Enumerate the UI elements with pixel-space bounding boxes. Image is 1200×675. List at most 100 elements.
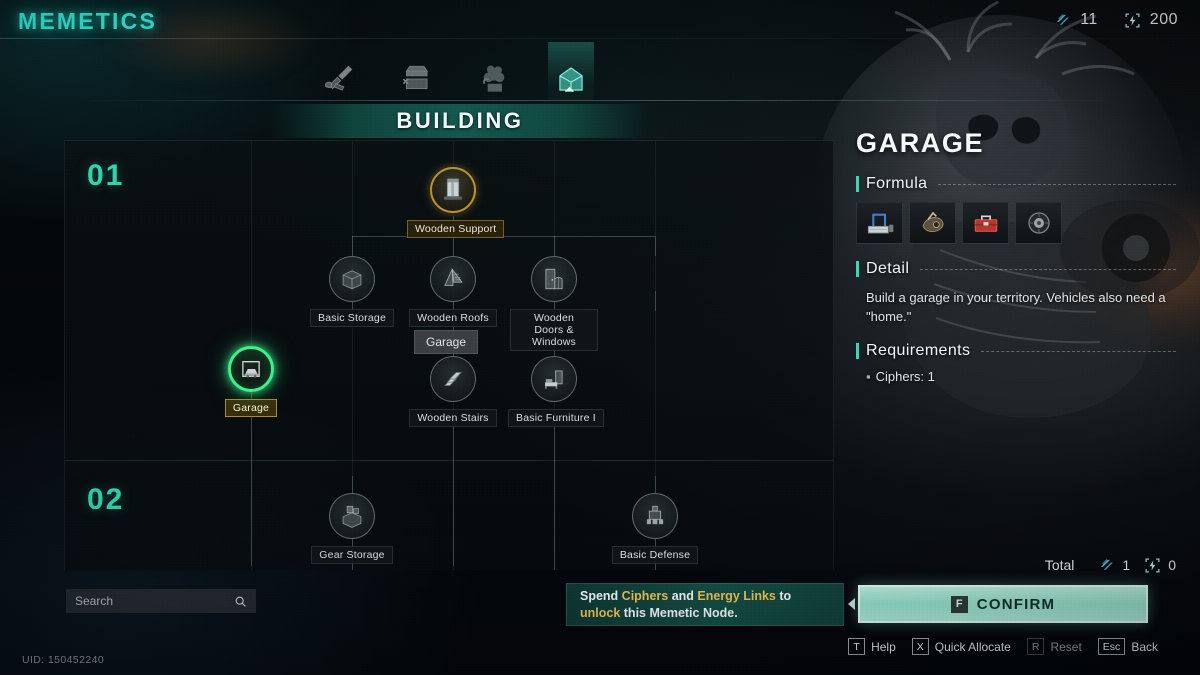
tier-row-02: 02 (65, 461, 833, 570)
node-ring (430, 167, 476, 213)
tree-connector (352, 236, 353, 256)
cipher-icon (1057, 13, 1070, 25)
node-hover-tooltip: Garage (414, 330, 479, 354)
garage-icon (242, 361, 260, 378)
top-bar: MEMETICS 11 200 (0, 0, 1200, 40)
farming-category-icon (482, 65, 505, 92)
toolbox-icon (974, 215, 997, 232)
key-hint-help[interactable]: T Help (848, 638, 896, 655)
formula-slot[interactable] (962, 202, 1009, 244)
energy-link-icon (1125, 12, 1140, 28)
category-divider (90, 100, 1110, 101)
search-placeholder: Search (75, 594, 114, 608)
tree-connector (453, 236, 454, 256)
node-ring (430, 356, 476, 402)
bullet-icon: ▪ (866, 369, 871, 384)
detail-heading-text: Detail (866, 260, 910, 277)
section-accent-bar (856, 261, 859, 277)
category-tab-weapons[interactable] (300, 46, 378, 102)
wooden-stairs-icon (444, 372, 462, 386)
section-title: BUILDING (396, 108, 524, 133)
search-input[interactable]: Search (66, 589, 256, 613)
currency-ciphers: 11 (1054, 11, 1098, 29)
section-header: BUILDING (270, 104, 650, 138)
total-cost-row: Total 1 0 (856, 552, 1176, 578)
category-tab-bar (300, 46, 610, 102)
formula-section: Formula (856, 175, 1176, 244)
top-bar-divider (0, 38, 1200, 39)
requirements-heading-text: Requirements (866, 342, 971, 359)
section-accent-bar (856, 343, 859, 359)
key-hint-label: Help (871, 639, 896, 654)
key-hint-label: Back (1131, 639, 1158, 654)
requirements-section: Requirements ▪ Ciphers: 1 (856, 342, 1176, 384)
total-energy-links: 0 (1144, 557, 1176, 574)
tree-node-basic-furniture[interactable]: Basic Furniture I (508, 356, 604, 427)
building-category-icon (559, 67, 583, 93)
tree-node-basic-storage[interactable]: Basic Storage (306, 256, 398, 327)
tree-node-wooden-stairs[interactable]: Wooden Stairs (407, 356, 499, 427)
tree-node-wooden-doors[interactable]: Wooden Doors & Windows (508, 256, 600, 351)
key-hint-reset: R Reset (1026, 638, 1082, 655)
category-tab-crafting[interactable] (378, 46, 456, 102)
formula-slot-list (856, 202, 1176, 244)
tree-connector (655, 236, 656, 256)
confirm-label: CONFIRM (976, 595, 1056, 613)
total-ciphers: 1 (1098, 557, 1130, 574)
node-label: Garage (224, 399, 278, 417)
node-label: Wooden Doors & Windows (510, 309, 598, 351)
node-ring (329, 493, 375, 539)
heading-rule (981, 350, 1176, 352)
node-ring (632, 493, 678, 539)
cipher-icon (1101, 558, 1114, 570)
weapon-category-icon (324, 65, 353, 91)
cipher-count: 11 (1080, 11, 1098, 28)
search-icon[interactable] (234, 595, 247, 608)
vehicle-lift-icon (867, 213, 893, 234)
formula-slot[interactable] (1015, 202, 1062, 244)
currency-tray: 11 200 (1054, 11, 1178, 29)
tree-connector (453, 411, 454, 566)
detail-panel: GARAGE Formula Detail Build a garage in … (856, 128, 1176, 384)
basic-storage-icon (342, 270, 362, 290)
node-label: Wooden Roofs (409, 309, 497, 327)
hint-part-1: Spend (580, 588, 622, 603)
basic-defense-icon (646, 505, 664, 525)
engine-part-icon (922, 211, 943, 232)
tier-number: 01 (87, 159, 125, 192)
unlock-hint-text: Spend Ciphers and Energy Links to unlock… (580, 588, 830, 622)
node-label: Basic Storage (310, 309, 394, 327)
heading-rule (938, 183, 1176, 185)
uid-label: UID: 150452240 (22, 654, 105, 666)
heading-rule (920, 268, 1176, 270)
key-hint-quick-allocate[interactable]: X Quick Allocate (911, 638, 1011, 655)
tree-node-gear-storage[interactable]: Gear Storage (306, 493, 398, 564)
node-label: Basic Defense (611, 546, 699, 564)
energy-link-count: 200 (1149, 11, 1178, 28)
detail-description: Build a garage in your territory. Vehicl… (866, 290, 1166, 324)
node-ring (329, 256, 375, 302)
tier-number: 02 (87, 483, 125, 516)
key-hint-back[interactable]: Esc Back (1097, 638, 1158, 655)
tree-node-wooden-roofs[interactable]: Wooden Roofs (407, 256, 499, 327)
unlock-hint-banner: Spend Ciphers and Energy Links to unlock… (566, 583, 844, 626)
detail-title: GARAGE (856, 128, 985, 158)
tree-node-garage[interactable]: Garage (205, 346, 297, 417)
tree-connector (554, 236, 555, 256)
hint-part-4: this Memetic Node. (620, 605, 738, 620)
formula-slot[interactable] (909, 202, 956, 244)
node-ring (228, 346, 274, 392)
confirm-button[interactable]: F CONFIRM (858, 585, 1148, 623)
formula-heading: Formula (856, 175, 1176, 193)
category-tab-farming[interactable] (455, 46, 533, 102)
node-label: Wooden Stairs (409, 409, 497, 427)
tree-node-wooden-support[interactable]: Wooden Support (407, 167, 505, 238)
key-hint-label: Quick Allocate (934, 639, 1011, 654)
tree-node-basic-defense[interactable]: Basic Defense (609, 493, 701, 564)
formula-slot[interactable] (856, 202, 903, 244)
key-cap: T (848, 638, 866, 655)
requirements-list: ▪ Ciphers: 1 (866, 369, 1176, 384)
category-tab-building[interactable] (533, 46, 611, 102)
confirm-key-badge: F (950, 595, 968, 613)
currency-energy-links: 200 (1124, 11, 1178, 29)
